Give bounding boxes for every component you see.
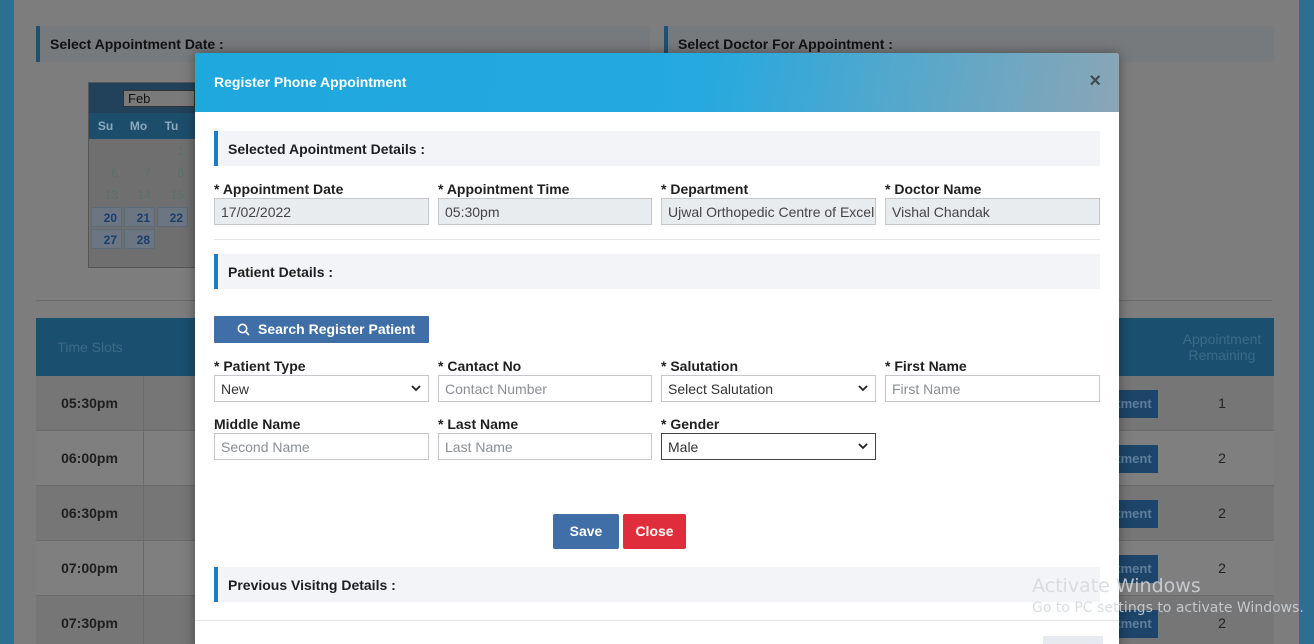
salutation-value: Select Salutation — [668, 381, 774, 397]
calendar-day: 13 — [104, 188, 118, 202]
remaining-count: 1 — [1218, 395, 1226, 411]
modal-footer-button[interactable] — [1043, 636, 1103, 644]
time-slot: 06:30pm — [36, 486, 144, 540]
selected-appointment-section: Selected Apointment Details : — [214, 131, 1100, 166]
modal-header: Register Phone Appointment × — [195, 53, 1119, 112]
calendar-day: 14 — [137, 188, 151, 202]
calendar-day: 7 — [144, 166, 151, 180]
gender-select[interactable]: Male — [661, 433, 876, 460]
appointment-date-section-title: Select Appointment Date : — [50, 36, 224, 52]
modal-close-icon[interactable]: × — [1089, 70, 1101, 93]
calendar-day — [124, 141, 155, 161]
calendar-header: Feb — [89, 83, 207, 113]
calendar-day-available[interactable]: 20 — [91, 207, 122, 227]
modal-footer-divider — [195, 620, 1119, 621]
gender-label: * Gender — [661, 416, 720, 432]
last-name-input[interactable]: Last Name — [438, 433, 652, 460]
col-appointment-remaining: Appointment Remaining — [1182, 331, 1262, 363]
chevron-down-icon — [411, 385, 421, 392]
previous-visiting-section-title: Previous Visitng Details : — [228, 577, 396, 593]
section-separator — [214, 239, 1100, 240]
modal-title: Register Phone Appointment — [214, 74, 407, 90]
col-time-slots: Time Slots — [57, 339, 123, 355]
calendar-day-available[interactable]: 27 — [91, 229, 122, 249]
calendar-day-available[interactable]: 22 — [157, 207, 188, 227]
contact-number-input[interactable]: Contact Number — [438, 375, 652, 402]
last-name-label: * Last Name — [438, 416, 519, 432]
calendar: Feb Su Mo Tu 1 6 7 8 13 14 15 20 21 22 2… — [88, 82, 208, 268]
time-slot: 07:00pm — [36, 541, 144, 595]
patient-details-section: Patient Details : — [214, 254, 1100, 289]
calendar-weekdays: Su Mo Tu — [89, 113, 207, 139]
appointment-time-label: * Appointment Time — [438, 181, 570, 197]
salutation-select[interactable]: Select Salutation — [661, 375, 876, 402]
middle-name-input[interactable]: Second Name — [214, 433, 429, 460]
search-icon — [237, 323, 250, 336]
previous-visiting-section: Previous Visitng Details : — [214, 567, 1100, 602]
calendar-day — [91, 141, 122, 161]
save-button[interactable]: Save — [553, 514, 619, 549]
middle-name-label: Middle Name — [214, 416, 301, 432]
calendar-day-available[interactable]: 28 — [124, 229, 155, 249]
weekday-label: Mo — [129, 119, 148, 133]
calendar-day: 1 — [177, 144, 184, 158]
appointment-time-field: 05:30pm — [438, 198, 652, 225]
search-register-patient-label: Search Register Patient — [258, 321, 416, 337]
weekday-label: Tu — [164, 119, 179, 133]
appointment-date-label: * Appointment Date — [214, 181, 344, 197]
remaining-count: 2 — [1218, 450, 1226, 466]
time-slot: 07:30pm — [36, 596, 144, 644]
calendar-day: 6 — [111, 166, 118, 180]
remaining-count: 2 — [1218, 505, 1226, 521]
close-button[interactable]: Close — [623, 514, 686, 549]
first-name-input[interactable]: First Name — [885, 375, 1100, 402]
doctor-name-label: * Doctor Name — [885, 181, 982, 197]
department-field: Ujwal Orthopedic Centre of Excellence — [661, 198, 876, 225]
weekday-label: Su — [97, 119, 114, 133]
patient-type-select[interactable]: New — [214, 375, 429, 402]
patient-type-value: New — [221, 381, 250, 397]
department-label: * Department — [661, 181, 749, 197]
register-phone-appointment-modal: Register Phone Appointment × Selected Ap… — [195, 53, 1119, 644]
patient-details-section-title: Patient Details : — [228, 264, 334, 280]
patient-type-label: * Patient Type — [214, 358, 306, 374]
calendar-day-available[interactable]: 21 — [124, 207, 155, 227]
month-select[interactable]: Feb — [123, 90, 195, 107]
gender-value: Male — [668, 439, 699, 455]
search-register-patient-button[interactable]: Search Register Patient — [214, 316, 429, 343]
time-slot: 06:00pm — [36, 431, 144, 485]
doctor-name-field: Vishal Chandak — [885, 198, 1100, 225]
selected-appointment-section-title: Selected Apointment Details : — [228, 141, 426, 157]
calendar-grid: 1 6 7 8 13 14 15 20 21 22 27 28 — [89, 139, 207, 251]
calendar-day: 15 — [170, 188, 184, 202]
time-slot: 05:30pm — [36, 376, 144, 430]
activate-windows-title: Activate Windows — [1032, 575, 1201, 597]
doctor-section-title: Select Doctor For Appointment : — [678, 36, 893, 52]
appointment-date-field: 17/02/2022 — [214, 198, 429, 225]
salutation-label: * Salutation — [661, 358, 739, 374]
month-select-value: Feb — [128, 91, 151, 106]
chevron-down-icon — [858, 443, 868, 450]
activate-windows-subtitle: Go to PC settings to activate Windows. — [1032, 600, 1304, 616]
chevron-down-icon — [858, 385, 868, 392]
contact-no-label: * Cantact No — [438, 358, 522, 374]
first-name-label: * First Name — [885, 358, 967, 374]
calendar-day: 8 — [177, 166, 184, 180]
